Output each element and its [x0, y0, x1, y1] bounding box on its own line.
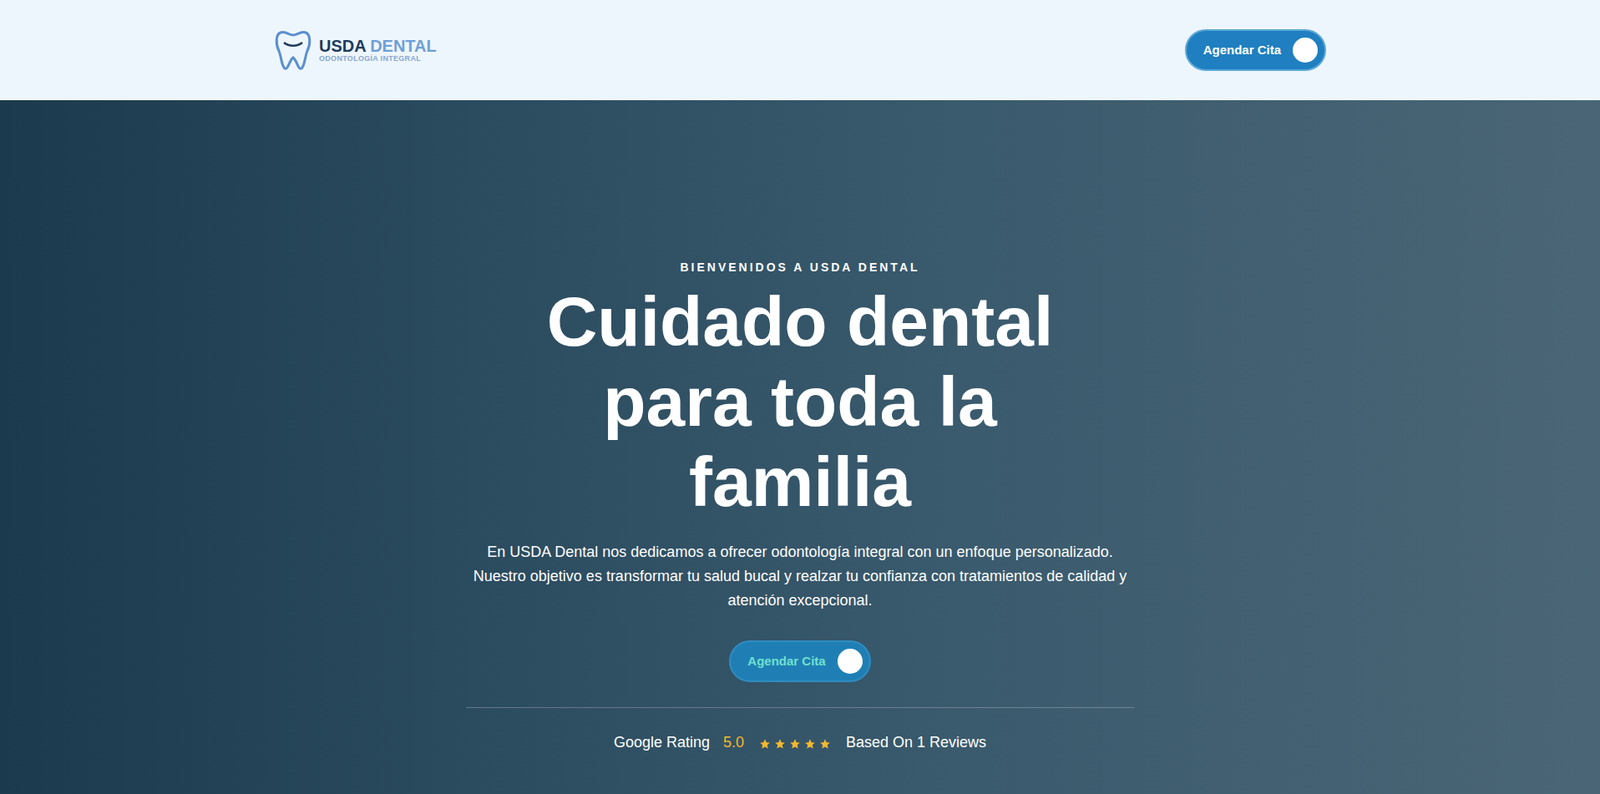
dot-icon [837, 648, 863, 674]
button-label: Agendar Cita [747, 652, 826, 672]
brand-accent: DENTAL [369, 36, 437, 56]
appointment-button[interactable]: Agendar Cita [1184, 29, 1327, 71]
hero-title: Cuidado dentalpara toda lafamilia [546, 281, 1054, 522]
star-icon [819, 735, 831, 751]
rating-reviews: Based On 1 Reviews [845, 731, 987, 755]
brand-main: USDA [318, 36, 367, 56]
title-line: Cuidado dental [546, 281, 1054, 362]
brand-name: USDA DENTAL [318, 37, 437, 56]
site-header: USDA DENTALODONTOLOGÍA INTEGRAL Agendar C… [0, 0, 1600, 101]
rating-score: 5.0 [723, 731, 745, 755]
hero-appointment-button[interactable]: Agendar Cita [729, 640, 871, 683]
tagline: ODONTOLOGÍA INTEGRAL [318, 55, 437, 63]
star-icon [759, 735, 771, 751]
rating-label: Google Rating [613, 731, 710, 755]
dot-icon [1292, 37, 1318, 63]
button-label: Agendar Cita [1203, 40, 1282, 61]
rating-label-group: Google Rating 5.0 [613, 731, 745, 755]
tooth-icon [273, 29, 313, 71]
star-icon [789, 735, 801, 751]
hero-eyebrow: BIENVENIDOS A USDA DENTAL [679, 258, 920, 277]
title-line: para toda la [546, 361, 1054, 442]
logo-text: USDA DENTALODONTOLOGÍA INTEGRAL [318, 37, 437, 63]
hero-description: En USDA Dental nos dedicamos a ofrecer o… [461, 540, 1139, 613]
hero: BIENVENIDOS A USDA DENTAL Cuidado dentalp… [0, 100, 1600, 794]
rating-bar: Google Rating 5.0 Based On 1 Reviews [465, 707, 1135, 755]
google-rating: Google Rating 5.0 Based On 1 Reviews [613, 731, 987, 755]
star-icon [774, 735, 786, 751]
star-icon [804, 735, 816, 751]
header-bar: USDA DENTALODONTOLOGÍA INTEGRAL Agendar C… [273, 29, 1327, 71]
title-line: familia [546, 441, 1054, 522]
logo[interactable]: USDA DENTALODONTOLOGÍA INTEGRAL [273, 29, 437, 71]
star-rating [759, 735, 831, 751]
